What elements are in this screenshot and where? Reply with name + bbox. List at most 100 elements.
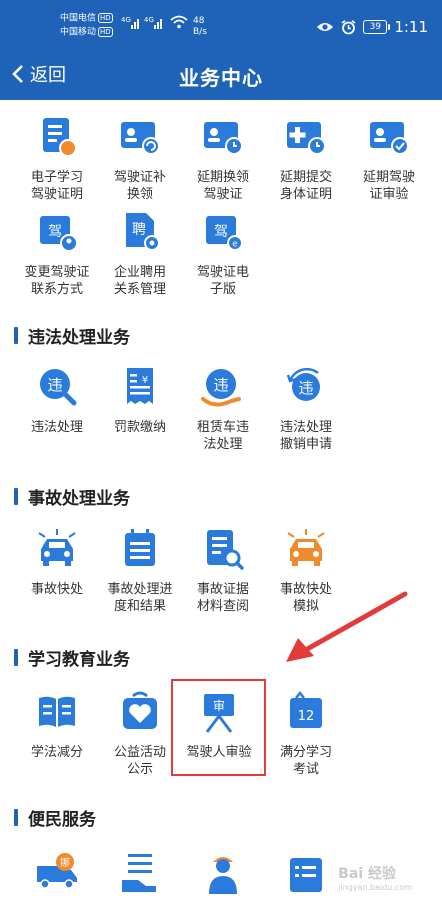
service-convenience-4[interactable] [264, 850, 348, 898]
service-license-replace[interactable]: 驾驶证补 换领 [98, 115, 182, 203]
svg-text:12: 12 [298, 709, 315, 724]
network-speed: 48 B/s [193, 16, 207, 37]
section-bar [14, 326, 18, 344]
service-delay-health[interactable]: 延期提交 身体证明 [264, 115, 348, 203]
svg-text:驾: 驾 [214, 224, 228, 240]
heart-bag-icon [123, 691, 157, 729]
car-crash-icon [38, 529, 76, 566]
service-violation-handle[interactable]: 违 违法处理 [15, 365, 99, 436]
item-label: 驾驶证电 子版 [196, 265, 249, 297]
item-label: 变更驾驶证 联系方式 [24, 265, 90, 297]
service-move-car[interactable]: 挪 [15, 850, 99, 898]
section-title-education: 学习教育业务 [14, 645, 130, 670]
violation-undo-icon: 违 [286, 367, 320, 401]
receipt-yuan-icon: ¥ [127, 368, 153, 404]
svg-text:挪: 挪 [60, 856, 70, 869]
list-hand-icon [122, 854, 156, 892]
rental-violation-icon: 违 [201, 369, 241, 407]
eye-icon [317, 23, 334, 31]
document-search-icon [207, 530, 244, 570]
service-delay-review[interactable]: 延期驾驶 证审验 [347, 115, 431, 203]
carrier-1: 中国电信 HD [60, 13, 113, 24]
service-full-score-exam[interactable]: 12 满分学习 考试 [264, 690, 348, 778]
svg-text:4G: 4G [121, 16, 131, 24]
svg-text:违: 违 [298, 379, 313, 397]
item-label: 违法处理 [30, 420, 83, 435]
right-status: 39 1:11 [316, 16, 428, 38]
item-label: 电子学习 驾驶证明 [30, 170, 83, 202]
section-bar [14, 487, 18, 505]
book-icon [39, 696, 75, 727]
service-accident-evidence[interactable]: 事故证据 材料查阅 [181, 527, 265, 615]
medical-clock-icon [287, 122, 326, 155]
service-convenience-2[interactable] [98, 850, 182, 898]
calendar-list-icon [125, 529, 155, 566]
battery-icon: 39 [363, 20, 391, 34]
watermark: Bai 经验 jingyan.baidu.com [338, 866, 412, 892]
license-check-icon [370, 122, 409, 155]
item-label: 租赁车违 法处理 [196, 420, 249, 452]
svg-text:违: 违 [213, 376, 228, 394]
header: 中国电信 HD 中国移动 HD 4G 4G 48 B/s 39 1:11 返回 … [0, 0, 442, 100]
document-list-icon [290, 858, 322, 892]
service-study-deduct[interactable]: 学法减分 [15, 690, 99, 761]
alarm-icon [341, 19, 356, 34]
signal-1-icon: 4G [121, 16, 139, 29]
status-bar: 中国电信 HD 中国移动 HD 4G 4G 48 B/s 39 1:11 [0, 0, 442, 48]
service-violation-revoke[interactable]: 违 违法处理 撤销申请 [264, 365, 348, 453]
hire-settings-icon: 聘 [126, 213, 160, 251]
item-label: 违法处理 撤销申请 [279, 420, 332, 452]
item-label: 企业聘用 关系管理 [113, 265, 166, 297]
item-label: 延期提交 身体证明 [279, 170, 332, 202]
svg-text:驾: 驾 [48, 224, 62, 240]
tow-truck-icon: 挪 [37, 853, 77, 889]
service-employment[interactable]: 聘 企业聘用 关系管理 [98, 210, 182, 298]
item-label: 学法减分 [30, 745, 83, 760]
red-arrow-icon [286, 591, 408, 662]
nav-bar: 返回 业务中心 [0, 48, 442, 100]
item-label: 罚款缴纳 [113, 420, 166, 435]
car-crash-orange-icon [287, 529, 325, 566]
item-label: 驾驶证补 换领 [113, 170, 166, 202]
service-fine-payment[interactable]: ¥ 罚款缴纳 [98, 365, 182, 436]
service-convenience-3[interactable] [181, 850, 265, 898]
page-title: 业务中心 [179, 66, 263, 90]
service-e-learning-proof[interactable]: 电子学习 驾驶证明 [15, 115, 99, 203]
item-label: 事故证据 材料查阅 [196, 582, 249, 614]
svg-text:违: 违 [47, 376, 62, 394]
clock: 1:11 [394, 18, 428, 36]
svg-text:¥: ¥ [142, 375, 148, 386]
e-license-icon: 驾 e [206, 216, 243, 251]
person-cap-icon [209, 857, 237, 894]
service-rental-violation[interactable]: 违 租赁车违 法处理 [181, 365, 265, 453]
highlight-box [171, 679, 266, 776]
wifi-icon [170, 15, 188, 29]
signal-2-icon: 4G [144, 16, 162, 29]
service-change-contact[interactable]: 驾 变更驾驶证 联系方式 [15, 210, 99, 298]
service-delay-renew[interactable]: 延期换领 驾驶证 [181, 115, 265, 203]
license-user-icon: 驾 [40, 216, 78, 252]
section-bar [14, 648, 18, 666]
section-bar [14, 808, 18, 826]
svg-text:4G: 4G [144, 16, 154, 24]
section-title-accident: 事故处理业务 [14, 484, 130, 509]
violation-search-icon: 违 [40, 369, 77, 406]
service-e-license[interactable]: 驾 e 驾驶证电 子版 [181, 210, 265, 298]
item-label: 事故处理进 度和结果 [107, 582, 173, 614]
license-clock-icon [204, 122, 243, 155]
item-label: 延期换领 驾驶证 [196, 170, 249, 202]
service-accident-quick[interactable]: 事故快处 [15, 527, 99, 598]
service-accident-progress[interactable]: 事故处理进 度和结果 [98, 527, 182, 615]
item-label: 事故快处 [30, 582, 83, 597]
calendar-12-icon: 12 [290, 690, 322, 728]
license-refresh-icon [121, 122, 160, 155]
item-label: 满分学习 考试 [279, 745, 332, 777]
document-user-icon [43, 118, 77, 157]
carrier-2: 中国移动 HD [60, 27, 113, 38]
section-title-violation: 违法处理业务 [14, 323, 130, 348]
item-label: 延期驾驶 证审验 [362, 170, 415, 202]
section-title-convenience: 便民服务 [14, 805, 96, 830]
item-label: 公益活动 公示 [113, 745, 166, 777]
svg-text:聘: 聘 [132, 222, 146, 238]
service-public-welfare[interactable]: 公益活动 公示 [98, 690, 182, 778]
